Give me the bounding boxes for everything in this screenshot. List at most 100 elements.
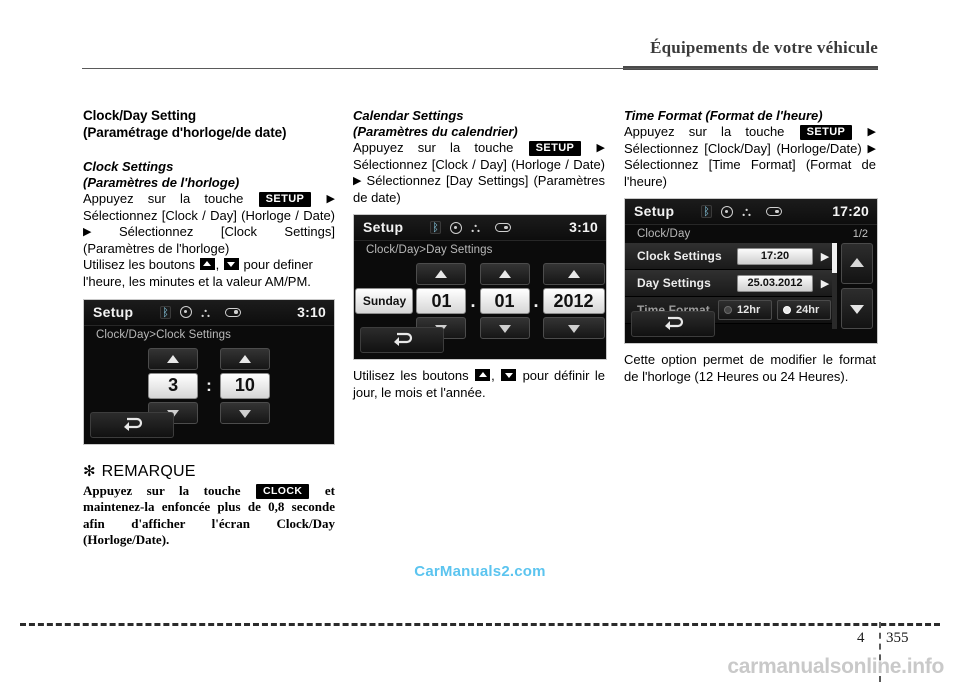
step-arrow-icon-2: ▶ xyxy=(83,226,92,239)
scrollbar-thumb[interactable] xyxy=(832,243,837,274)
minute-up-button[interactable] xyxy=(219,347,270,370)
month-value[interactable]: 01 xyxy=(479,288,530,315)
clock-settings-screen: Setup ᛒ ⛬ 3:10 Clock/Day>Clock Settings … xyxy=(83,298,335,445)
time-format-radio-group[interactable]: 12hr 24hr xyxy=(718,300,831,321)
step-text-3: Sélectionnez [Clock Settings] (Paramètre… xyxy=(83,224,335,256)
cal-step-text-3: Sélectionnez [Day Settings] (Paramètres … xyxy=(353,173,605,205)
disc-icon xyxy=(721,205,733,218)
footer-divider xyxy=(20,623,940,626)
year-down-button[interactable] xyxy=(542,317,605,340)
weekday-value: Sunday xyxy=(355,288,414,315)
disc-icon xyxy=(450,221,462,234)
menu-row-clock-settings[interactable]: Clock Settings 17:20 ▶ xyxy=(625,243,837,271)
watermark-bottom: carmanualsonline.info xyxy=(727,655,944,678)
screen-breadcrumb: Clock/Day xyxy=(637,228,691,241)
clock-settings-subtitle-line2: (Paramètres de l'horloge) xyxy=(83,175,240,190)
cal-step-text-2: Sélectionnez [Clock / Day] (Horloge / Da… xyxy=(353,156,605,172)
minute-down-button[interactable] xyxy=(219,401,270,424)
setup-keycap: SETUP xyxy=(258,192,312,207)
menu-value-clock-settings[interactable]: 17:20 xyxy=(737,247,813,265)
radio-12hr[interactable]: 12hr xyxy=(718,300,772,321)
time-colon: : xyxy=(206,375,212,395)
aux-icon xyxy=(766,207,782,217)
calendar-settings-subtitle: Calendar Settings (Paramètres du calendr… xyxy=(353,108,605,140)
clock-day-menu-screen: Setup ᛒ ⛬ 17:20 Clock/Day 1/2 Clock Sett… xyxy=(624,198,878,345)
remarque-title: REMARQUE xyxy=(101,462,196,480)
screen-title: Setup xyxy=(93,303,134,320)
section-title-line1: Clock/Day Setting xyxy=(83,108,197,123)
tf-step-text-2: Sélectionnez [Clock/Day] (Horloge/Date) xyxy=(624,140,862,156)
clock-buttons-note: Utilisez les boutons , pour definer l'he… xyxy=(83,257,335,290)
bluetooth-icon: ᛒ xyxy=(701,205,712,219)
up-button-icon xyxy=(475,369,491,382)
step-arrow-icon: ▶ xyxy=(326,193,335,205)
buttons-note-text-1: Utilisez les boutons xyxy=(83,257,195,273)
menu-label-day-settings: Day Settings xyxy=(637,276,711,291)
month-stepper[interactable]: 01 xyxy=(479,263,530,340)
screen-title: Setup xyxy=(363,219,404,236)
calendar-buttons-note: Utilisez les boutons , pour définir le j… xyxy=(353,368,605,401)
day-up-button[interactable] xyxy=(416,263,467,286)
scroll-down-button[interactable] xyxy=(841,288,873,330)
month-down-button[interactable] xyxy=(479,317,530,340)
month-up-button[interactable] xyxy=(479,263,530,286)
section-title-line2: (Paramétrage d'horloge/de date) xyxy=(83,124,287,140)
up-button-icon xyxy=(199,258,215,271)
minute-stepper[interactable]: 10 xyxy=(219,347,270,424)
scrollbar-track[interactable] xyxy=(832,243,837,330)
step-text-2: Sélectionnez [Clock / Day] (Horloge / Da… xyxy=(83,207,335,223)
remarque-body: Appuyez sur la touche CLOCK et maintenez… xyxy=(83,483,335,549)
step-arrow-icon-2: ▶ xyxy=(867,142,876,155)
minute-value[interactable]: 10 xyxy=(219,372,270,399)
screen-status-icons: ᛒ ⛬ xyxy=(160,305,241,319)
back-button[interactable] xyxy=(90,411,174,438)
screen-clock: 17:20 xyxy=(832,203,869,220)
radio-dot-24hr xyxy=(783,306,791,315)
calendar-subtitle-line2: (Paramètres du calendrier) xyxy=(353,124,518,139)
disc-icon xyxy=(180,306,192,319)
step-text-1: Appuyez sur la touche xyxy=(83,191,244,206)
screen-clock: 3:10 xyxy=(569,219,598,236)
hour-value[interactable]: 3 xyxy=(148,372,199,399)
step-arrow-icon: ▶ xyxy=(867,126,876,138)
page-number: 355 xyxy=(886,630,909,646)
chapter-number: 4 xyxy=(857,630,865,646)
aux-icon xyxy=(495,223,511,233)
year-value[interactable]: 2012 xyxy=(542,288,605,315)
menu-value-day-settings[interactable]: 25.03.2012 xyxy=(737,274,813,292)
back-arrow-icon xyxy=(124,417,143,431)
scroll-up-button[interactable] xyxy=(841,243,873,285)
page-header: Équipements de votre véhicule xyxy=(0,38,960,74)
calendar-settings-steps: Appuyez sur la touche SETUP ▶ Sélectionn… xyxy=(353,140,605,206)
year-stepper[interactable]: 2012 xyxy=(542,263,605,340)
back-button[interactable] xyxy=(360,327,444,354)
screen-breadcrumb: Clock/Day>Clock Settings xyxy=(96,328,232,341)
step-arrow-icon-2: ▶ xyxy=(353,175,362,188)
screen-page-indicator: 1/2 xyxy=(852,228,868,241)
buttons-note-comma: , xyxy=(215,257,220,273)
screen-status-icons: ᛒ ⛬ xyxy=(701,205,782,219)
setup-keycap: SETUP xyxy=(528,141,582,156)
clock-settings-subtitle: Clock Settings (Paramètres de l'horloge) xyxy=(83,159,335,191)
tf-step-text-1: Appuyez sur la touche xyxy=(624,124,785,139)
cal-step-text-1: Appuyez sur la touche xyxy=(353,140,514,155)
screen-breadcrumb: Clock/Day>Day Settings xyxy=(366,244,493,257)
year-up-button[interactable] xyxy=(542,263,605,286)
clock-keycap: CLOCK xyxy=(256,483,310,499)
back-arrow-icon xyxy=(394,333,413,347)
asterisk-icon: ✻ xyxy=(83,462,96,480)
radio-24hr[interactable]: 24hr xyxy=(777,300,831,321)
cal-buttons-note-text-1: Utilisez les boutons xyxy=(353,368,469,384)
usb-icon: ⛬ xyxy=(471,220,481,236)
tf-step-text-3: Sélectionnez [Time Format] (Format de l'… xyxy=(624,157,876,189)
radio-dot-12hr xyxy=(724,306,732,315)
hour-up-button[interactable] xyxy=(148,347,199,370)
day-value[interactable]: 01 xyxy=(416,288,467,315)
menu-row-day-settings[interactable]: Day Settings 25.03.2012 ▶ xyxy=(625,270,837,298)
weekday-spacer xyxy=(355,263,413,285)
back-button[interactable] xyxy=(631,311,715,338)
down-button-icon xyxy=(501,369,517,382)
